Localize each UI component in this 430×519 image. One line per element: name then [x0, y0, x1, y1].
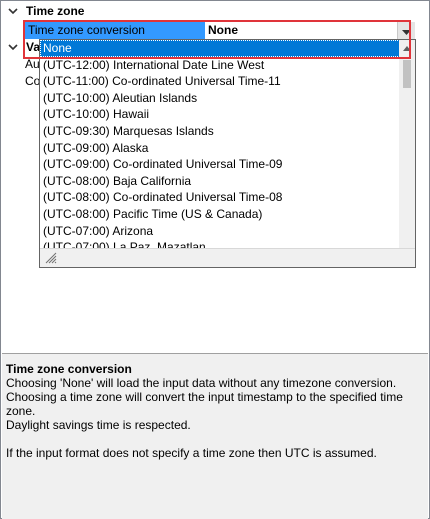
help-description: Choosing 'None' will load the input data… [6, 376, 403, 460]
dropdown-option[interactable]: (UTC-11:00) Co-ordinated Universal Time-… [40, 73, 400, 90]
dropdown-option[interactable]: (UTC-08:00) Co-ordinated Universal Time-… [40, 189, 400, 206]
chevron-down-icon[interactable] [6, 4, 20, 18]
time-zone-dropdown-list[interactable]: None (UTC-12:00) International Date Line … [39, 39, 416, 268]
resize-bar[interactable] [40, 248, 415, 267]
dropdown-options: None (UTC-12:00) International Date Line … [40, 40, 400, 267]
resize-grip-icon[interactable] [44, 251, 58, 265]
dropdown-option[interactable]: (UTC-09:30) Marquesas Islands [40, 123, 400, 140]
dropdown-option[interactable]: (UTC-10:00) Aleutian Islands [40, 90, 400, 107]
dropdown-option[interactable]: (UTC-09:00) Alaska [40, 140, 400, 157]
help-panel: Time zone conversion Choosing 'None' wil… [2, 353, 428, 519]
category-time-zone[interactable]: Time zone [2, 2, 428, 20]
dropdown-option[interactable]: (UTC-10:00) Hawaii [40, 106, 400, 123]
time-zone-conversion-row[interactable]: Time zone conversion None [25, 22, 415, 39]
caret-down-icon [402, 24, 411, 38]
vertical-scrollbar[interactable] [399, 40, 415, 250]
dropdown-button[interactable] [397, 22, 415, 39]
scroll-up-arrow-icon[interactable] [399, 40, 415, 56]
scrollbar-thumb[interactable] [403, 60, 411, 88]
property-name: Au [25, 57, 40, 71]
dropdown-option[interactable]: (UTC-12:00) International Date Line West [40, 57, 400, 74]
property-name-selected: Time zone conversion [25, 22, 205, 39]
help-title: Time zone conversion [6, 362, 132, 376]
property-grid-window: Time zone Va Au Co Time zone conversion … [0, 0, 430, 519]
dropdown-option[interactable]: None [40, 40, 400, 57]
dropdown-option[interactable]: (UTC-08:00) Pacific Time (US & Canada) [40, 206, 400, 223]
category-label: Va [26, 40, 41, 54]
dropdown-option[interactable]: (UTC-08:00) Baja California [40, 173, 400, 190]
category-label: Time zone [26, 4, 85, 18]
dropdown-option[interactable]: (UTC-07:00) Arizona [40, 223, 400, 240]
property-value[interactable]: None [206, 22, 415, 39]
dropdown-option[interactable]: (UTC-09:00) Co-ordinated Universal Time-… [40, 156, 400, 173]
chevron-down-icon[interactable] [6, 40, 20, 54]
